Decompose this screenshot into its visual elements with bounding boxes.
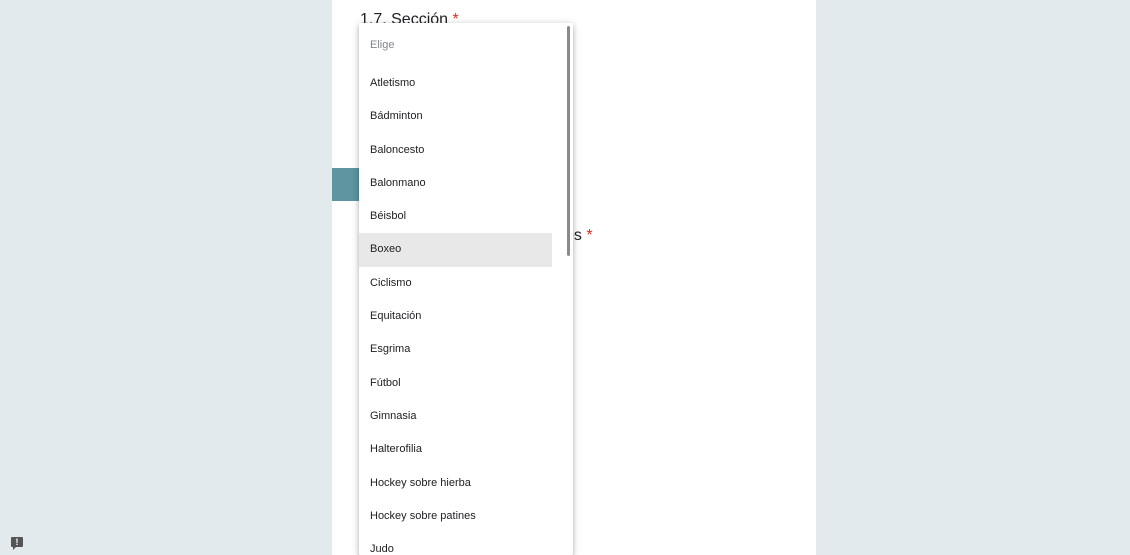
dropdown-option-list: Elige Atletismo Bádminton Baloncesto Bal… bbox=[359, 23, 573, 555]
dropdown-option-ciclismo[interactable]: Ciclismo bbox=[359, 267, 552, 300]
dropdown-option-hockey-hierba[interactable]: Hockey sobre hierba bbox=[359, 467, 552, 500]
dropdown-scrollbar[interactable] bbox=[565, 23, 573, 555]
dropdown-placeholder[interactable]: Elige bbox=[359, 23, 552, 67]
dropdown-option-esgrima[interactable]: Esgrima bbox=[359, 333, 552, 366]
dropdown-scrollbar-thumb[interactable] bbox=[567, 26, 570, 256]
dropdown-option-boxeo[interactable]: Boxeo bbox=[359, 233, 552, 267]
dropdown-option-gimnasia[interactable]: Gimnasia bbox=[359, 400, 552, 433]
dropdown-option-hockey-patines[interactable]: Hockey sobre patines bbox=[359, 500, 552, 533]
dropdown-option-halterofilia[interactable]: Halterofilia bbox=[359, 433, 552, 466]
dropdown-option-balonmano[interactable]: Balonmano bbox=[359, 167, 552, 200]
dropdown-option-atletismo[interactable]: Atletismo bbox=[359, 67, 552, 100]
dropdown-option-futbol[interactable]: Fútbol bbox=[359, 367, 552, 400]
dropdown-option-equitacion[interactable]: Equitación bbox=[359, 300, 552, 333]
section-accent-bar bbox=[332, 168, 360, 201]
feedback-icon[interactable]: ! bbox=[11, 537, 23, 550]
dropdown-option-badminton[interactable]: Bádminton bbox=[359, 100, 552, 133]
dropdown-option-beisbol[interactable]: Béisbol bbox=[359, 200, 552, 233]
required-asterisk: * bbox=[586, 227, 593, 244]
sport-dropdown-menu[interactable]: Elige Atletismo Bádminton Baloncesto Bal… bbox=[359, 23, 573, 555]
dropdown-option-judo[interactable]: Judo bbox=[359, 533, 552, 555]
feedback-icon-glyph: ! bbox=[15, 537, 19, 547]
dropdown-option-baloncesto[interactable]: Baloncesto bbox=[359, 134, 552, 167]
